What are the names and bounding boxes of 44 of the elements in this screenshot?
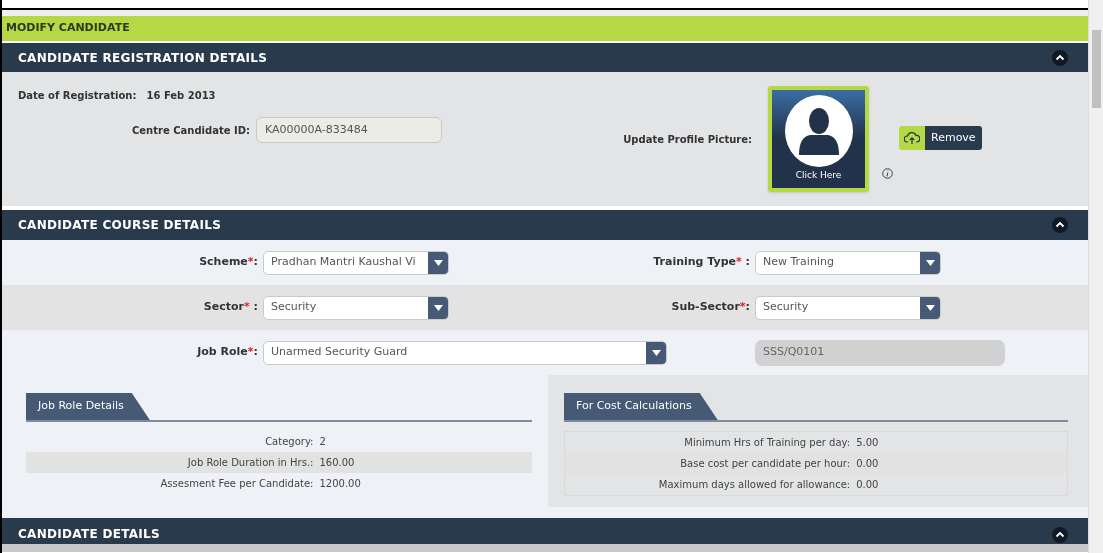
field-label: Training Type* : (653, 254, 750, 271)
dropdown-field[interactable]: Pradhan Mantri Kaushal Vi (263, 250, 449, 275)
collapse-button[interactable] (1052, 49, 1068, 66)
info-label: Minimum Hrs of Training per day: (683, 436, 852, 450)
info-label: Assesment Fee per Candidate: (159, 477, 315, 491)
dropdown-field[interactable]: Unarmed Security Guard (263, 340, 667, 365)
date-value: 16 Feb 2013 (146, 89, 216, 103)
avatar-icon (783, 95, 854, 167)
info-value: 2 (319, 435, 326, 449)
section-title: CANDIDATE REGISTRATION DETAILS (18, 49, 268, 67)
info-value: 160.00 (319, 456, 355, 470)
profile-picture-button[interactable]: Click Here (768, 86, 869, 192)
section-header[interactable]: CANDIDATE COURSE DETAILS (2, 210, 1088, 240)
section-header[interactable]: CANDIDATE DETAILS (2, 518, 1088, 544)
collapse-button[interactable] (1052, 217, 1068, 233)
field-label: Centre Candidate ID: (132, 123, 250, 138)
info-value: 5.00 (856, 436, 879, 450)
field-label: Sector* : (203, 299, 258, 316)
upload-cloud-icon (899, 126, 925, 150)
vertical-scrollbar[interactable] (1088, 0, 1103, 553)
info-value: 1200.00 (319, 477, 361, 491)
field-label: Date of Registration: (18, 89, 137, 103)
field-label: Sub-Sector*: (671, 299, 750, 316)
horizontal-scrollbar[interactable] (2, 544, 1088, 552)
field-label: Update Profile Picture: (622, 133, 753, 147)
page-title: MODIFY CANDIDATE (6, 20, 130, 37)
dropdown-field[interactable]: Security (263, 295, 449, 320)
info-label: Maximum days allowed for allowance: (657, 478, 852, 492)
field-label: Scheme*: (199, 254, 258, 271)
info-icon[interactable] (882, 168, 893, 179)
dropdown-field[interactable]: New Training (755, 250, 941, 275)
section-title: CANDIDATE DETAILS (18, 526, 160, 543)
field-label: Job Role*: (197, 344, 258, 361)
readonly-field: SSS/Q0101 (755, 339, 1005, 366)
candidate-id-field[interactable]: KA00000A-833484 (256, 117, 442, 143)
info-label: Job Role Duration in Hrs.: (186, 456, 315, 470)
collapse-button[interactable] (1052, 527, 1068, 543)
section-header[interactable]: CANDIDATE REGISTRATION DETAILS (2, 43, 1088, 72)
info-value: 0.00 (856, 457, 879, 471)
section-title: CANDIDATE COURSE DETAILS (18, 217, 222, 234)
dropdown-field[interactable]: Security (755, 295, 941, 320)
info-label: Base cost per candidate per hour: (679, 457, 852, 471)
info-value: 0.00 (856, 478, 879, 492)
info-label: Category: (264, 435, 315, 449)
